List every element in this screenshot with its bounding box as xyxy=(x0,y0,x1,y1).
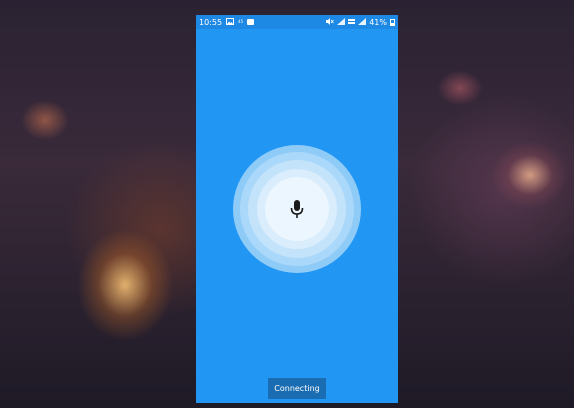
message-icon xyxy=(247,19,255,25)
battery-percent: 41% xyxy=(369,17,387,27)
status-time: 10:55 xyxy=(199,17,223,27)
volte-icon xyxy=(348,18,356,27)
status-right: 41% xyxy=(326,17,395,27)
status-bar: 10:55 45 41% xyxy=(196,15,398,29)
signal-2-icon xyxy=(358,17,367,27)
connecting-status-button[interactable]: Connecting xyxy=(268,378,326,399)
image-notification-icon xyxy=(226,17,235,27)
status-left: 10:55 45 xyxy=(199,17,255,27)
microphone-icon[interactable] xyxy=(287,198,307,222)
battery-icon xyxy=(390,18,395,26)
signal-1-icon xyxy=(337,17,346,27)
phone-screen: 10:55 45 41% Connecting xyxy=(196,15,398,403)
notification-badge-icon: 45 xyxy=(238,19,244,24)
mute-icon xyxy=(326,17,335,27)
